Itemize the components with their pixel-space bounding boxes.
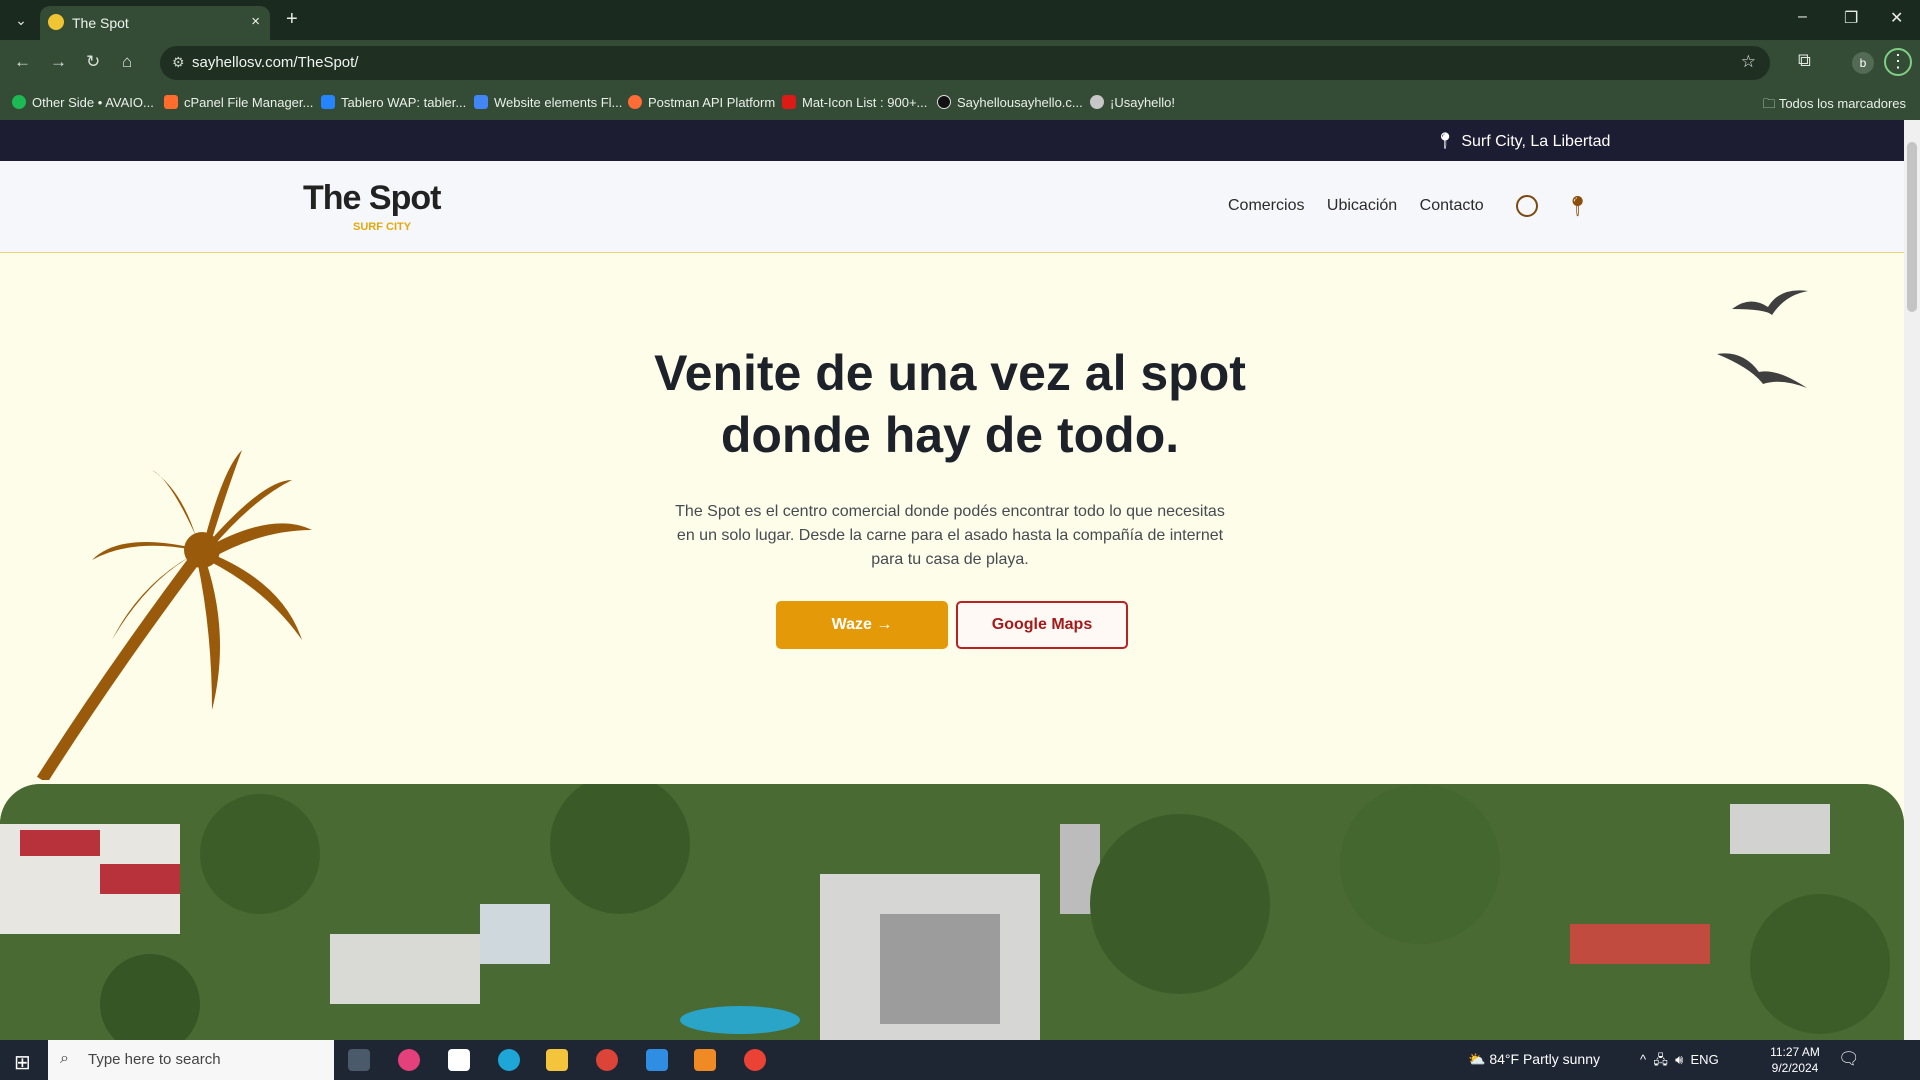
web-page: 📍︎ Surf City, La Libertad The Spot SURF C… [0,120,1904,1040]
photos-app-icon[interactable] [398,1049,420,1071]
docs-icon [474,95,488,109]
vscode-icon[interactable] [646,1049,668,1071]
capcut-app-icon[interactable] [448,1049,470,1071]
new-tab-button[interactable]: + [286,8,298,31]
site-favicon-icon [48,14,64,30]
site-header: The Spot SURF CITY Comercios Ubicación C… [0,161,1904,253]
forward-arrow-icon[interactable]: → [50,52,67,72]
search-icon: ⌕ [60,1050,69,1067]
browser-tabstrip: ⌄ The Spot × + – ❐ ✕ [0,0,1920,40]
nav-link-comercios[interactable]: Comercios [1228,197,1304,214]
google-maps-button[interactable]: Google Maps [956,601,1128,649]
waze-button[interactable]: Waze → [776,601,948,649]
hero-title: Venite de una vez al spot donde hay de t… [654,345,1246,463]
bookmark-item[interactable]: cPanel File Manager... [164,95,313,110]
task-view-icon[interactable] [348,1049,370,1071]
globe-icon [1090,95,1104,109]
hero-description: The Spot es el centro comercial donde po… [675,503,1225,568]
close-window-button[interactable]: ✕ [1890,8,1903,28]
minimize-button[interactable]: – [1798,8,1807,26]
edge-browser-icon[interactable] [498,1049,520,1071]
site-info-icon[interactable]: ⚙ [172,54,185,71]
location-label: Surf City, La Libertad [1461,133,1611,150]
bookmark-item[interactable]: Other Side • AVAIO... [12,95,154,110]
sayhello-icon [937,95,951,109]
browser-menu-icon[interactable]: ⋮ [1884,48,1912,76]
back-arrow-icon[interactable]: ← [14,52,31,72]
seagull-icon [1717,353,1807,388]
tray-chevron-icon[interactable]: ^ [1640,1052,1646,1067]
bookmark-item[interactable]: Mat-Icon List : 900+... [782,95,927,110]
nav-link-ubicacion[interactable]: Ubicación [1327,197,1397,214]
folder-icon: 🗀 [1762,96,1779,111]
chrome-profile-icon[interactable] [744,1049,766,1071]
url-text[interactable]: sayhellosv.com/TheSpot/ [192,54,358,71]
browser-toolbar: ← → ↻ ⌂ ⚙ sayhellosv.com/TheSpot/ ☆ [0,40,1920,86]
address-bar[interactable]: ⚙ sayhellosv.com/TheSpot/ ☆ [160,46,1770,80]
map-marker-icon[interactable]: 📍︎ [1565,194,1590,219]
active-tab[interactable]: The Spot × [40,6,270,40]
aerial-photo [0,784,1904,1040]
xampp-icon[interactable] [694,1049,716,1071]
aerial-photo-graphic [0,784,1904,1040]
bookmark-item[interactable]: Tablero WAP: tabler... [321,95,466,110]
site-logo[interactable]: The Spot SURF CITY [303,179,463,239]
location-topbar: 📍︎ Surf City, La Libertad [0,120,1904,161]
jira-icon [321,95,335,109]
restore-button[interactable]: ❐ [1844,8,1858,28]
tab-title: The Spot [72,15,129,31]
main-nav: Comercios Ubicación Contacto [1228,197,1502,215]
cpanel-icon [164,95,178,109]
chrome-browser-icon[interactable] [596,1049,618,1071]
tab-search-button[interactable]: ⌄ [10,8,32,32]
spotify-icon [12,95,26,109]
profile-avatar[interactable]: b [1852,52,1874,74]
reload-icon[interactable]: ↻ [86,52,100,72]
bookmark-item[interactable]: ¡Usayhello! [1090,95,1175,110]
taskbar-search[interactable]: ⌕ Type here to search [48,1040,334,1080]
postman-icon [628,95,642,109]
file-explorer-icon[interactable] [546,1049,568,1071]
volume-icon[interactable]: 🔊︎ [1675,1052,1683,1067]
waze-icon[interactable] [1516,195,1538,217]
home-icon[interactable]: ⌂ [122,52,132,72]
weather-widget[interactable]: ⛅ 84°F Partly sunny [1468,1051,1600,1068]
palm-tree-illustration [36,450,312,780]
system-clock[interactable]: 11:27 AM 9/2/2024 [1764,1044,1826,1076]
bookmarks-bar: Other Side • AVAIO... cPanel File Manage… [0,86,1920,120]
search-placeholder: Type here to search [88,1051,221,1068]
system-tray[interactable]: ^ 🖧 🔊︎ ENG [1640,1051,1719,1073]
angular-icon [782,95,796,109]
bookmark-item[interactable]: Website elements Fl... [474,95,622,110]
location-indicator: 📍︎ Surf City, La Libertad [1435,131,1610,151]
all-bookmarks-button[interactable]: 🗀 Todos los marcadores [1762,95,1906,117]
weather-icon: ⛅ [1468,1051,1490,1067]
map-pin-icon: 📍︎ [1435,133,1456,150]
network-icon[interactable]: 🖧 [1653,1052,1668,1067]
bookmark-star-icon[interactable]: ☆ [1741,52,1756,72]
windows-start-icon[interactable]: ⊞ [14,1050,31,1075]
seagull-icon [1732,290,1808,315]
extensions-icon[interactable]: ⧉ [1798,50,1811,71]
scrollbar-thumb[interactable] [1907,142,1917,312]
clock-time: 11:27 AM [1770,1045,1820,1059]
notification-icon[interactable]: 🗨 [1838,1049,1860,1069]
clock-date: 9/2/2024 [1771,1061,1819,1075]
logo-text: The Spot [303,179,441,217]
nav-link-contacto[interactable]: Contacto [1420,197,1484,214]
windows-taskbar: ⊞ ⌕ Type here to search ⛅ 84°F Partly su… [0,1040,1920,1080]
tab-close-icon[interactable]: × [251,13,260,30]
logo-subtitle: SURF CITY [353,221,412,233]
bookmark-item[interactable]: Postman API Platform [628,95,775,110]
bookmark-item[interactable]: Sayhellousayhello.c... [937,95,1083,110]
language-indicator[interactable]: ENG [1691,1052,1719,1067]
